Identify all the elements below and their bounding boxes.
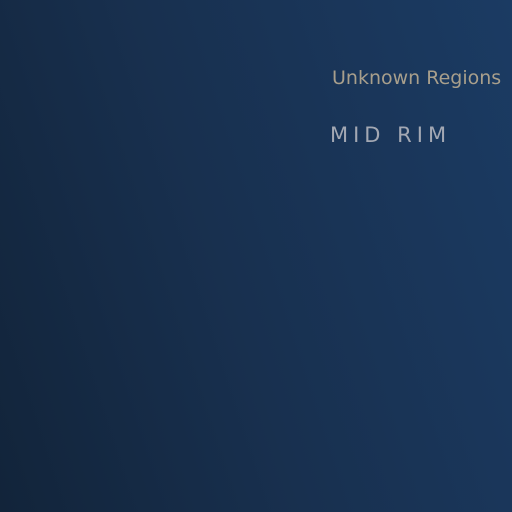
zone-label-mid-rim: MID RIM [330,123,452,147]
galaxy-map[interactable]: Unknown Regions MID RIM [0,0,512,512]
region-label-unknown-regions: Unknown Regions [332,67,502,89]
